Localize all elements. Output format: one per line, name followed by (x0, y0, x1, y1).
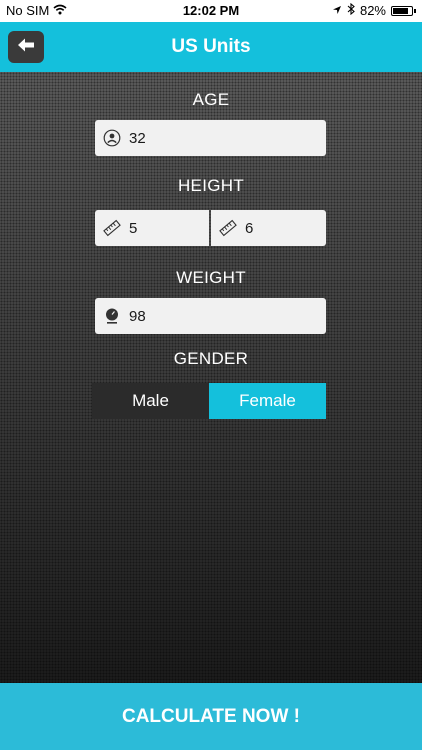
arrow-left-icon (16, 37, 36, 58)
height-inches-input[interactable] (245, 219, 315, 237)
height-feet-input[interactable] (129, 219, 199, 237)
height-feet-field[interactable] (95, 210, 209, 246)
height-inches-field[interactable] (211, 210, 326, 246)
app-screen: No SIM 12:02 PM 82% US Units AGE 32 HEIG… (0, 0, 422, 750)
form-area: AGE HEIGHT (0, 72, 422, 683)
weight-input[interactable] (129, 307, 279, 325)
page-title: US Units (171, 36, 251, 57)
gender-male-option[interactable]: Male (92, 383, 209, 419)
age-field[interactable] (95, 120, 326, 156)
status-right: 82% (332, 2, 416, 18)
battery-icon (391, 5, 413, 16)
person-icon (103, 129, 121, 147)
ruler-icon (219, 219, 237, 237)
weight-label: WEIGHT (176, 268, 246, 287)
bluetooth-icon (347, 2, 355, 18)
status-bar: No SIM 12:02 PM 82% (0, 0, 422, 22)
gender-female-option[interactable]: Female (209, 383, 326, 419)
location-arrow-icon (332, 3, 342, 18)
scale-icon (103, 307, 121, 325)
battery-cap (414, 8, 416, 13)
age-input[interactable] (129, 129, 279, 147)
battery-percent: 82% (359, 3, 386, 18)
ruler-icon (103, 219, 121, 237)
calculate-button[interactable]: CALCULATE NOW ! (0, 683, 422, 750)
age-label: AGE (192, 90, 230, 109)
back-button[interactable] (8, 31, 44, 63)
height-label: HEIGHT (177, 176, 245, 195)
battery-fill (393, 7, 408, 14)
weight-field[interactable] (95, 298, 326, 334)
gender-label: GENDER (173, 349, 249, 368)
gender-toggle: Male Female (92, 383, 326, 419)
app-header: US Units (0, 22, 422, 72)
